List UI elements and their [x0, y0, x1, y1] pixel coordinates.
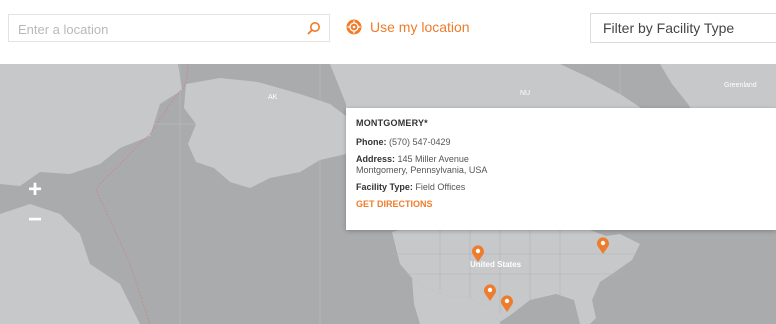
popup-phone-row: Phone: (570) 547-0429	[356, 137, 776, 148]
phone-label: Phone:	[356, 137, 387, 147]
address-label: Address:	[356, 154, 396, 164]
zoom-in-button[interactable]: +	[20, 176, 50, 206]
facility-type-label: Facility Type:	[356, 182, 413, 192]
search-icon[interactable]	[307, 21, 321, 35]
zoom-out-button[interactable]: −	[20, 206, 50, 236]
get-directions-link[interactable]: GET DIRECTIONS	[356, 199, 776, 210]
location-search-input[interactable]	[9, 15, 310, 43]
facility-type-value: Field Offices	[415, 182, 466, 192]
popup-address-row: Address: 145 Miller Avenue Montgomery, P…	[356, 154, 776, 176]
map[interactable]: AK NU Greenland United States + − MONTGO…	[0, 64, 776, 324]
location-info-popup: MONTGOMERY* Phone: (570) 547-0429 Addres…	[346, 108, 776, 230]
location-target-icon	[346, 19, 362, 35]
map-pin-marker[interactable]	[596, 237, 610, 255]
map-label-greenland: Greenland	[724, 82, 757, 89]
map-pin-marker[interactable]	[500, 295, 514, 313]
map-pin-marker[interactable]	[471, 245, 485, 263]
popup-title: MONTGOMERY*	[356, 118, 428, 128]
use-my-location-button[interactable]: Use my location	[346, 16, 470, 38]
facility-type-filter[interactable]: Filter by Facility Type	[590, 13, 776, 43]
popup-facility-row: Facility Type: Field Offices	[356, 182, 776, 193]
map-label-ak: AK	[268, 94, 278, 101]
map-pin-marker[interactable]	[483, 284, 497, 302]
zoom-controls: + −	[20, 176, 50, 238]
search-box	[8, 14, 330, 43]
phone-value: (570) 547-0429	[389, 137, 451, 147]
use-my-location-label: Use my location	[370, 19, 470, 35]
address-line2: Montgomery, Pennsylvania, USA	[356, 165, 488, 175]
address-line1: 145 Miller Avenue	[397, 154, 469, 164]
map-label-nu: NU	[520, 90, 531, 97]
facility-type-filter-label: Filter by Facility Type	[603, 20, 735, 36]
